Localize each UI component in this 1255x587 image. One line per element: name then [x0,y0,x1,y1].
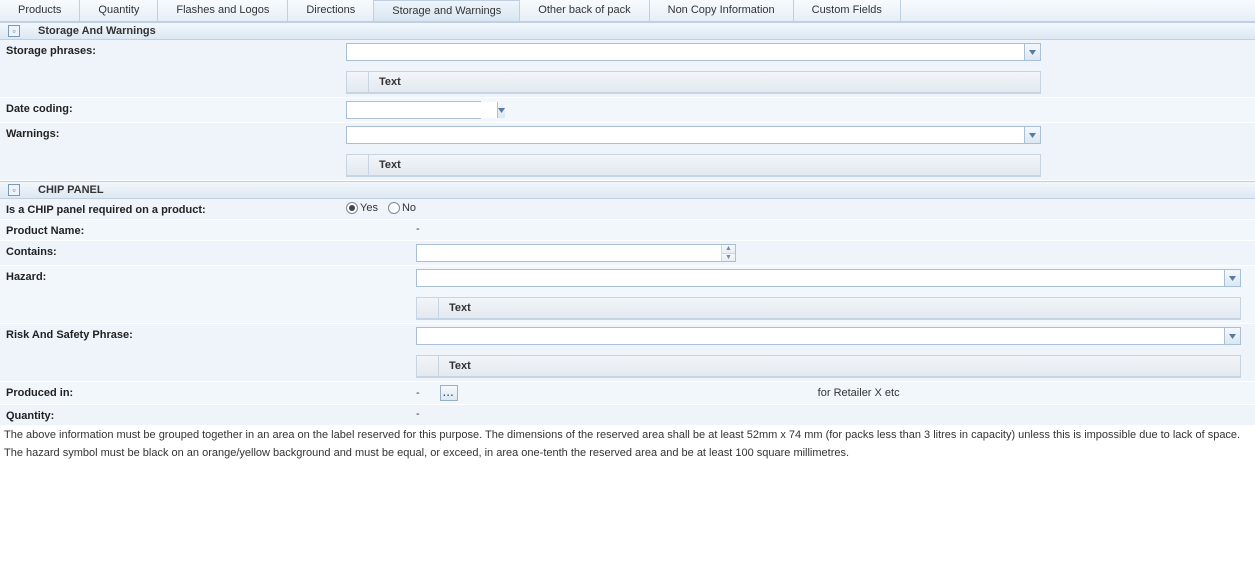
section-storage-warnings-header: ▫ Storage And Warnings [0,22,1255,40]
chip-required-yes-radio[interactable]: Yes [346,202,378,214]
chevron-down-icon [1029,133,1036,138]
row-warnings: Warnings: Text [0,123,1255,181]
hazard-input[interactable] [417,270,1224,286]
hazard-label: Hazard: [6,269,416,283]
hazard-combo[interactable] [416,269,1241,287]
date-coding-combo[interactable] [346,101,481,119]
storage-phrases-dropdown-arrow[interactable] [1024,44,1040,60]
row-date-coding: Date coding: [0,98,1255,123]
risk-safety-table-handle-col [417,356,439,376]
chevron-down-icon [498,108,505,113]
produced-in-browse-button[interactable]: ... [440,385,458,401]
date-coding-label: Date coding: [6,101,346,115]
date-coding-dropdown-arrow[interactable] [497,102,505,118]
contains-label: Contains: [6,244,416,258]
row-contains: Contains: ▲ ▼ [0,241,1255,266]
tab-bar: Products Quantity Flashes and Logos Dire… [0,0,1255,22]
risk-safety-combo[interactable] [416,327,1241,345]
hazard-table-text-header: Text [439,298,1240,318]
warnings-dropdown-arrow[interactable] [1024,127,1040,143]
warnings-label: Warnings: [6,126,346,140]
produced-in-hint: for Retailer X etc [478,387,900,399]
row-risk-safety: Risk And Safety Phrase: Text [0,324,1255,382]
warnings-table: Text [346,154,1041,177]
produced-in-value: - [416,387,420,399]
quantity-label: Quantity: [6,408,416,422]
risk-safety-label: Risk And Safety Phrase: [6,327,416,341]
section-storage-warnings-title: Storage And Warnings [38,25,156,37]
chip-required-no-label: No [402,202,416,214]
footnote-line-1: The above information must be grouped to… [0,426,1255,444]
tab-quantity[interactable]: Quantity [80,0,158,21]
hazard-table: Text [416,297,1241,320]
contains-spin-down[interactable]: ▼ [722,254,735,262]
tab-products[interactable]: Products [0,0,80,21]
tab-directions[interactable]: Directions [288,0,374,21]
storage-phrases-table-text-header: Text [369,72,1040,92]
storage-phrases-label: Storage phrases: [6,43,346,57]
chevron-down-icon [1229,334,1236,339]
warnings-table-text-header: Text [369,155,1040,175]
row-quantity: Quantity: - [0,405,1255,426]
product-name-value: - [416,223,1249,235]
warnings-table-handle-col [347,155,369,175]
risk-safety-table: Text [416,355,1241,378]
chevron-down-icon [1029,50,1036,55]
footnote-line-2: The hazard symbol must be black on an or… [0,444,1255,462]
tab-non-copy-information[interactable]: Non Copy Information [650,0,794,21]
contains-spin-up[interactable]: ▲ [722,245,735,254]
warnings-combo[interactable] [346,126,1041,144]
chip-required-yes-label: Yes [360,202,378,214]
risk-safety-dropdown-arrow[interactable] [1224,328,1240,344]
row-hazard: Hazard: Text [0,266,1255,324]
date-coding-input[interactable] [347,102,497,118]
risk-safety-input[interactable] [417,328,1224,344]
produced-in-label: Produced in: [6,385,416,399]
row-storage-phrases: Storage phrases: Text [0,40,1255,98]
contains-input-wrap[interactable]: ▲ ▼ [416,244,736,262]
warnings-input[interactable] [347,127,1024,143]
hazard-dropdown-arrow[interactable] [1224,270,1240,286]
tab-flashes-logos[interactable]: Flashes and Logos [158,0,288,21]
radio-icon [346,202,358,214]
storage-phrases-combo[interactable] [346,43,1041,61]
chevron-down-icon [1229,276,1236,281]
tab-storage-warnings[interactable]: Storage and Warnings [374,0,520,21]
section-chip-panel-header: ▫ CHIP PANEL [0,181,1255,199]
hazard-table-handle-col [417,298,439,318]
storage-phrases-table-handle-col [347,72,369,92]
risk-safety-table-text-header: Text [439,356,1240,376]
quantity-value: - [416,408,1249,420]
radio-icon [388,202,400,214]
product-name-label: Product Name: [6,223,416,237]
tab-custom-fields[interactable]: Custom Fields [794,0,901,21]
row-produced-in: Produced in: - ... for Retailer X etc [0,382,1255,405]
storage-phrases-input[interactable] [347,44,1024,60]
section-chip-panel-title: CHIP PANEL [38,184,104,196]
row-chip-required: Is a CHIP panel required on a product: Y… [0,199,1255,220]
tab-other-back-of-pack[interactable]: Other back of pack [520,0,649,21]
chip-required-no-radio[interactable]: No [388,202,416,214]
contains-input[interactable] [417,245,721,261]
collapse-storage-warnings-button[interactable]: ▫ [8,25,20,37]
row-product-name: Product Name: - [0,220,1255,241]
storage-phrases-table: Text [346,71,1041,94]
chip-required-label: Is a CHIP panel required on a product: [6,202,346,216]
collapse-chip-panel-button[interactable]: ▫ [8,184,20,196]
